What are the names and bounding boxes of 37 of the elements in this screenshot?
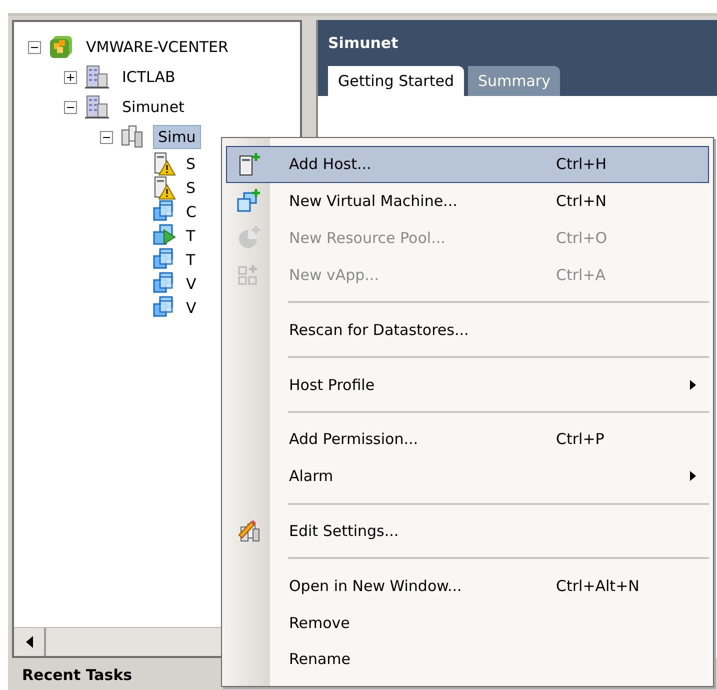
vm-plus-icon [237, 189, 261, 214]
pencil-servers-icon [237, 518, 261, 543]
tree-item[interactable]: C [181, 200, 202, 224]
collapse-toggle[interactable] [28, 40, 41, 54]
menu-item[interactable]: Remove [226, 604, 709, 642]
collapse-toggle[interactable] [100, 130, 113, 144]
menu-item[interactable]: Alarm [226, 458, 709, 495]
tree-item[interactable]: V [181, 272, 202, 296]
tree-item[interactable]: VMWARE-VCENTER [81, 35, 234, 59]
menu-item[interactable]: Add Permission... Ctrl+P [226, 420, 709, 458]
menu-item[interactable]: Add Host... Ctrl+H [226, 146, 709, 183]
pie-plus-icon [237, 226, 261, 250]
building-icon [85, 65, 109, 89]
vm-play-icon [153, 224, 177, 248]
building-icon [85, 95, 109, 119]
expand-toggle[interactable] [64, 70, 77, 84]
server-warning-icon [153, 152, 177, 176]
server-plus-icon [237, 152, 261, 176]
panel-title: Simunet [328, 34, 400, 54]
menu-item[interactable]: Host Profile [226, 366, 709, 403]
menu-item[interactable]: New Virtual Machine... Ctrl+N [226, 182, 709, 220]
tree-item[interactable]: Simu [153, 125, 201, 149]
vcenter-icon [49, 35, 73, 59]
menu-item[interactable]: Edit Settings... [226, 512, 709, 550]
collapse-toggle[interactable] [64, 100, 77, 114]
tree-item[interactable]: S [181, 152, 201, 176]
server-warning-icon [153, 176, 177, 200]
tree-item[interactable]: ICTLAB [117, 65, 180, 89]
tree-item[interactable]: T [181, 248, 200, 272]
tree-item[interactable]: S [181, 176, 201, 200]
menu-item[interactable]: Rescan for Datastores... [226, 311, 709, 348]
tree-item[interactable]: V [181, 296, 202, 320]
tab[interactable]: Getting Started [328, 66, 464, 96]
servers-icon [121, 125, 145, 149]
menu-item[interactable]: Open in New Window... Ctrl+Alt+N [226, 567, 709, 604]
tree-item[interactable]: T [181, 224, 200, 248]
tree-item[interactable]: Simunet [117, 95, 190, 119]
